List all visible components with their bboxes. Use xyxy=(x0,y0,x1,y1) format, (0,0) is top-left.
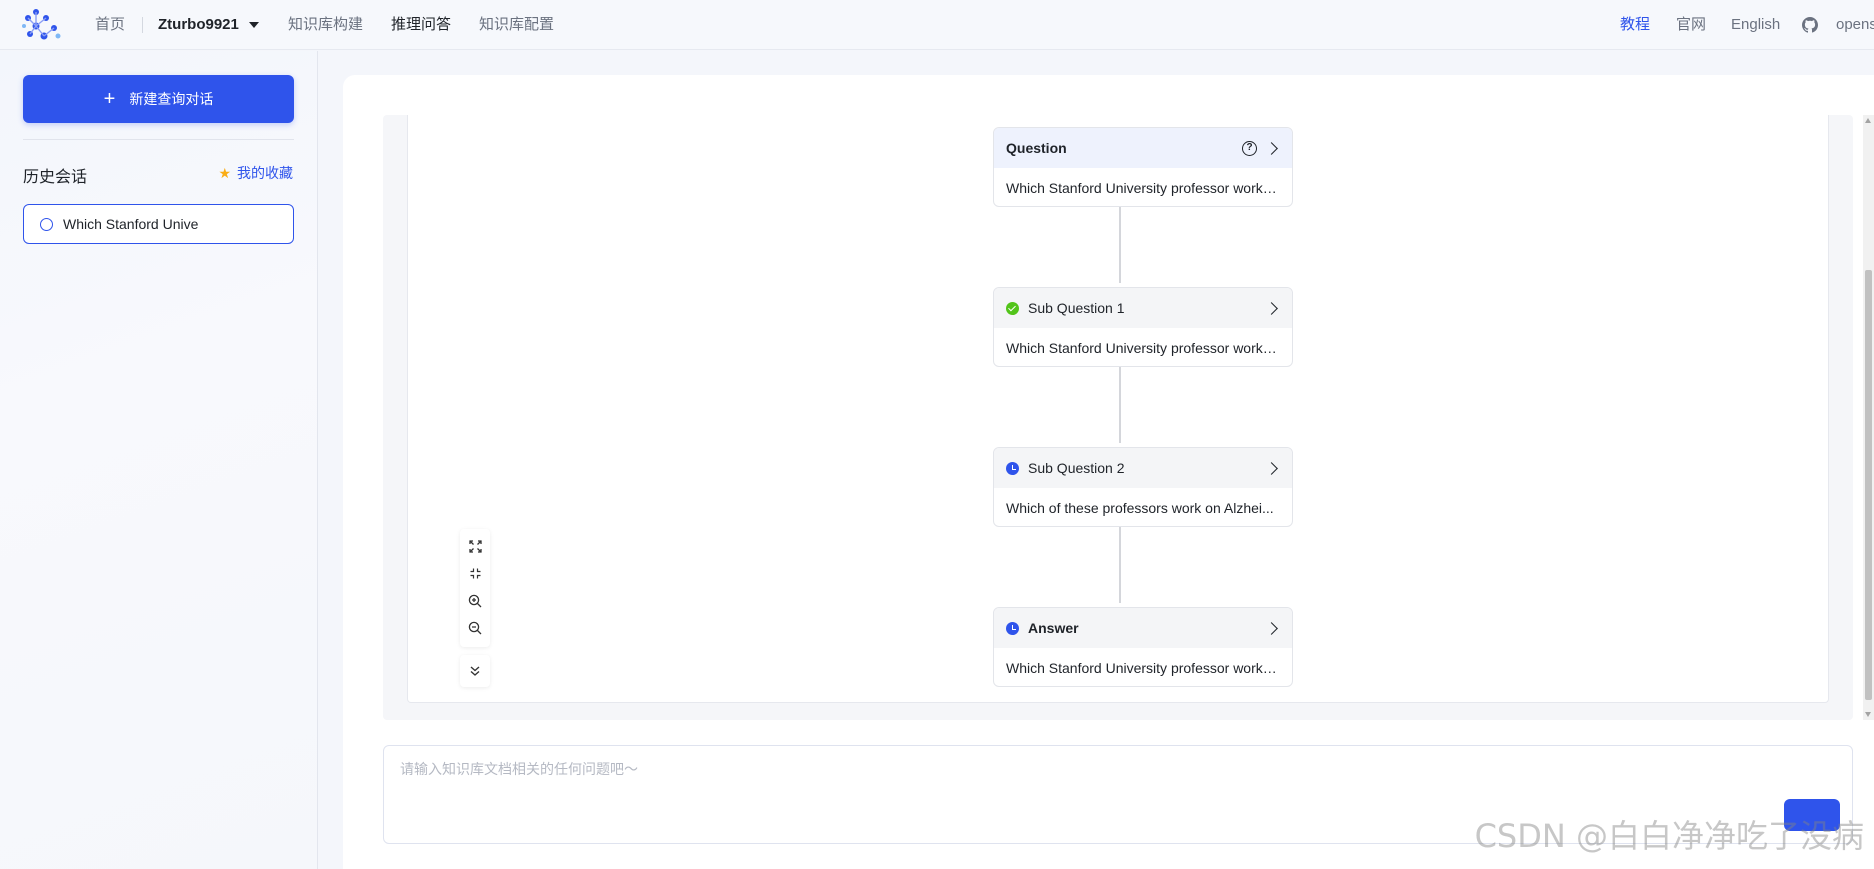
fit-view-button[interactable] xyxy=(460,533,490,560)
node-header: Question ? xyxy=(994,128,1292,168)
chevron-right-icon[interactable] xyxy=(1265,621,1278,635)
clock-icon xyxy=(1006,621,1019,635)
question-input-box xyxy=(383,745,1853,844)
user-menu[interactable]: Zturbo9921 xyxy=(158,0,259,50)
user-name: Zturbo9921 xyxy=(158,16,239,33)
nav-kb-config[interactable]: 知识库配置 xyxy=(479,0,554,50)
send-button[interactable] xyxy=(1784,799,1840,831)
zoom-toolbar-buttons xyxy=(460,533,490,651)
clock-icon xyxy=(1006,461,1019,475)
node-body: Which Stanford University professor work… xyxy=(1006,340,1282,356)
flow-node-answer[interactable]: Answer Which Stanford University profess… xyxy=(993,607,1293,687)
nav-tutorial[interactable]: 教程 xyxy=(1620,0,1650,50)
node-body: Which Stanford University professor work… xyxy=(1006,180,1282,196)
node-header: Answer xyxy=(994,608,1292,648)
node-body: Which Stanford University professor work… xyxy=(1006,660,1282,676)
node-title: Sub Question 1 xyxy=(1028,300,1125,316)
node-title: Sub Question 2 xyxy=(1028,460,1125,476)
scrollbar-thumb[interactable] xyxy=(1865,270,1872,700)
nav-website[interactable]: 官网 xyxy=(1676,0,1706,50)
sidebar: + 新建查询对话 历史会话 ★ 我的收藏 Which Stanford Univ… xyxy=(0,51,318,869)
node-title: Answer xyxy=(1028,620,1079,636)
chevron-right-icon[interactable] xyxy=(1265,141,1278,155)
sidebar-divider xyxy=(23,139,294,140)
zoom-in-button[interactable] xyxy=(460,587,490,614)
zoom-in-icon xyxy=(468,594,482,607)
top-navbar: 首页 Zturbo9921 知识库构建 推理问答 知识库配置 教程 官网 Eng… xyxy=(0,0,1874,50)
node-body: Which of these professors work on Alzhei… xyxy=(1006,500,1274,516)
history-item[interactable]: Which Stanford Unive xyxy=(23,204,294,244)
scroll-down-button[interactable] xyxy=(460,655,490,687)
new-chat-button[interactable]: + 新建查询对话 xyxy=(23,75,294,123)
compress-icon xyxy=(470,568,480,579)
github-icon[interactable] xyxy=(1802,17,1818,33)
nav-reasoning-qa[interactable]: 推理问答 xyxy=(391,0,451,50)
nav-kb-build[interactable]: 知识库构建 xyxy=(288,0,363,50)
node-header: Sub Question 2 xyxy=(994,448,1292,488)
zoom-out-button[interactable] xyxy=(460,614,490,641)
scroll-up-arrow-icon[interactable] xyxy=(1865,118,1871,123)
flow-connector xyxy=(1119,522,1121,603)
nav-opens[interactable]: opens xyxy=(1836,0,1874,50)
caret-down-icon xyxy=(248,22,259,29)
star-icon: ★ xyxy=(218,164,231,181)
app-logo-icon[interactable] xyxy=(22,8,64,42)
history-title: 历史会话 xyxy=(23,169,88,186)
node-header: Sub Question 1 xyxy=(994,288,1292,328)
new-chat-label: 新建查询对话 xyxy=(129,91,214,107)
flow-canvas[interactable]: Question ? Which Stanford University pro… xyxy=(407,115,1829,703)
double-chevron-down-icon xyxy=(470,666,480,676)
nav-language[interactable]: English xyxy=(1731,0,1780,50)
check-circle-icon xyxy=(1006,301,1019,315)
plus-icon: + xyxy=(103,88,116,110)
reasoning-flow-area[interactable]: Question ? Which Stanford University pro… xyxy=(383,115,1853,720)
scroll-down-arrow-icon[interactable] xyxy=(1865,712,1871,717)
flow-connector xyxy=(1119,202,1121,283)
flow-connector xyxy=(1119,362,1121,443)
nav-home[interactable]: 首页 xyxy=(95,0,125,50)
nav-divider xyxy=(142,17,143,33)
main-panel: Question ? Which Stanford University pro… xyxy=(343,75,1874,869)
history-item-label: Which Stanford Unive xyxy=(63,216,199,232)
help-icon[interactable]: ? xyxy=(1242,140,1257,156)
flow-node-subquestion-1[interactable]: Sub Question 1 Which Stanford University… xyxy=(993,287,1293,367)
node-title: Question xyxy=(1006,140,1067,156)
chevron-right-icon[interactable] xyxy=(1265,301,1278,315)
vertical-scrollbar[interactable] xyxy=(1863,115,1874,720)
flow-node-question[interactable]: Question ? Which Stanford University pro… xyxy=(993,127,1293,207)
favorites-label: 我的收藏 xyxy=(237,165,293,181)
flow-node-subquestion-2[interactable]: Sub Question 2 Which of these professors… xyxy=(993,447,1293,527)
expand-icon xyxy=(468,540,482,553)
zoom-out-icon xyxy=(468,621,482,634)
circle-icon xyxy=(40,217,53,231)
favorites-link[interactable]: ★ 我的收藏 xyxy=(218,163,293,183)
question-input[interactable] xyxy=(384,746,1852,843)
chevron-right-icon[interactable] xyxy=(1265,461,1278,475)
collapse-view-button[interactable] xyxy=(460,560,490,587)
